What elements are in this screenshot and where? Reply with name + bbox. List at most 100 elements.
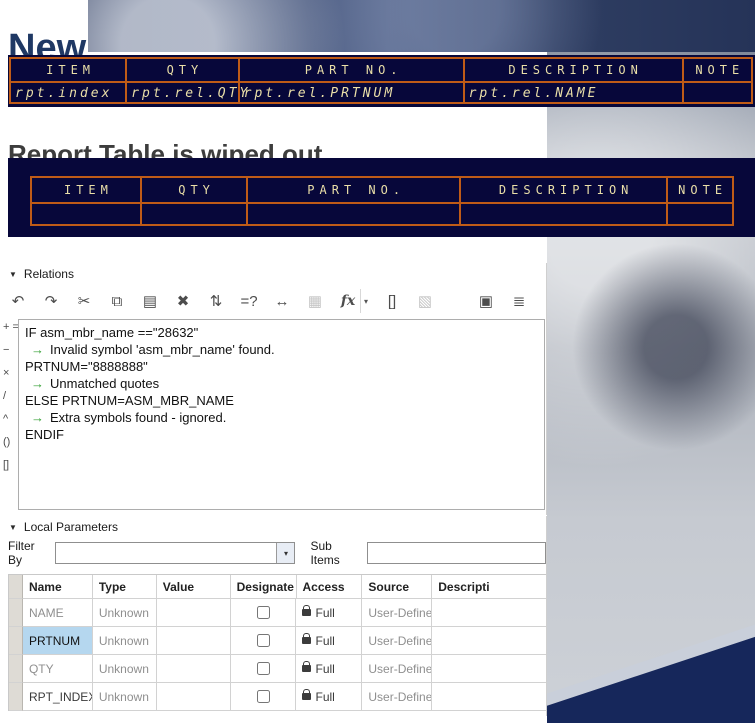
- report-column-header: DESCRIPTION: [465, 59, 684, 82]
- param-source-cell[interactable]: User-Define: [362, 599, 433, 627]
- relations-panel-header[interactable]: ▼ Relations: [0, 263, 546, 285]
- access-value: Full: [315, 689, 335, 704]
- param-description-cell[interactable]: [432, 599, 546, 627]
- param-name-cell[interactable]: NAME: [22, 599, 93, 627]
- delete-icon[interactable]: ✖: [171, 289, 195, 313]
- report-table-wiped-panel: ITEM QTY PART NO. DESCRIPTION NOTE: [8, 158, 755, 237]
- operator-button[interactable]: ×: [0, 367, 20, 390]
- param-name-cell[interactable]: QTY: [22, 655, 93, 683]
- chevron-down-icon[interactable]: ▾: [276, 543, 295, 563]
- list-icon[interactable]: ≣: [507, 289, 531, 313]
- report-column-header: ITEM: [32, 178, 142, 202]
- lock-icon: [302, 661, 312, 672]
- report-cell: [684, 83, 751, 102]
- lock-icon: [302, 633, 312, 644]
- param-source-cell[interactable]: User-Define: [362, 655, 433, 683]
- param-type-cell[interactable]: Unknown: [92, 655, 157, 683]
- operator-button[interactable]: (): [0, 436, 20, 459]
- column-header-type: Type: [92, 575, 157, 599]
- background-photo-top: [88, 0, 755, 52]
- code-text: PRTNUM="8888888": [25, 359, 148, 374]
- operator-button[interactable]: []: [0, 459, 20, 482]
- column-header-value: Value: [156, 575, 231, 599]
- param-description-cell[interactable]: [432, 655, 546, 683]
- print-icon[interactable]: ▣: [474, 289, 498, 313]
- designate-checkbox[interactable]: [256, 690, 270, 703]
- operator-button[interactable]: + =: [0, 321, 20, 344]
- code-text: Extra symbols found - ignored.: [50, 410, 227, 425]
- report-cell: [142, 204, 249, 224]
- param-value-cell[interactable]: [156, 683, 231, 711]
- param-access-cell[interactable]: Full: [296, 655, 363, 683]
- row-header-cell: [9, 627, 23, 655]
- collapse-triangle-icon[interactable]: ▼: [9, 270, 17, 279]
- param-name-cell[interactable]: RPT_INDEX: [22, 683, 93, 711]
- report-data-row: [32, 204, 732, 224]
- param-description-cell[interactable]: [432, 683, 546, 711]
- operator-button[interactable]: −: [0, 344, 20, 367]
- access-value: Full: [315, 633, 335, 648]
- param-value-cell[interactable]: [156, 599, 231, 627]
- insert-image-icon: ▦: [307, 293, 323, 310]
- param-designate-cell: [230, 627, 297, 655]
- collapse-triangle-icon[interactable]: ▼: [9, 523, 17, 532]
- param-access-cell[interactable]: Full: [296, 683, 363, 711]
- sort-icon[interactable]: ⇅: [204, 289, 228, 313]
- report-data-row: rpt.index rpt.rel.QTY rpt.rel.PRTNUM rpt.re…: [11, 83, 751, 102]
- paste-icon[interactable]: ▤: [138, 289, 162, 313]
- filter-by-dropdown[interactable]: ▾: [55, 542, 296, 564]
- filter-by-label: Filter By: [8, 539, 35, 567]
- extent-icon[interactable]: ↔: [270, 289, 294, 313]
- param-description-cell[interactable]: [432, 627, 546, 655]
- local-parameters-header[interactable]: ▼ Local Parameters: [0, 516, 546, 538]
- report-cell: [32, 204, 142, 224]
- filter-row: Filter By ▾ Sub Items: [0, 538, 546, 568]
- relations-editor[interactable]: IF asm_mbr_name =="28632" → Invalid symbol…: [18, 319, 545, 510]
- param-name-cell[interactable]: PRTNUM: [22, 627, 93, 655]
- report-header-row: ITEM QTY PART NO. DESCRIPTION NOTE: [32, 178, 732, 204]
- code-text: IF asm_mbr_name =="28632": [25, 325, 199, 340]
- param-type-cell[interactable]: Unknown: [92, 683, 157, 711]
- cut-icon[interactable]: ✂: [72, 289, 96, 313]
- undo-icon[interactable]: ↶: [6, 289, 30, 313]
- param-value-cell[interactable]: [156, 627, 231, 655]
- param-source-cell[interactable]: User-Define: [362, 627, 433, 655]
- chevron-down-icon[interactable]: ▾: [360, 289, 371, 313]
- operator-button[interactable]: /: [0, 390, 20, 413]
- column-header-name: Name: [22, 575, 93, 599]
- status-arrow-icon: →: [31, 342, 44, 357]
- report-column-header: DESCRIPTION: [461, 178, 669, 202]
- param-type-cell[interactable]: Unknown: [92, 627, 157, 655]
- error-message-line: → Extra symbols found - ignored.: [23, 409, 542, 426]
- copy-icon[interactable]: ⧉: [105, 289, 129, 313]
- designate-checkbox[interactable]: [256, 662, 270, 675]
- designate-checkbox[interactable]: [256, 606, 270, 619]
- report-cell: rpt.rel.PRTNUM: [240, 83, 465, 102]
- verify-icon[interactable]: =?: [237, 289, 261, 313]
- brackets-icon[interactable]: []: [380, 289, 404, 313]
- designate-checkbox[interactable]: [256, 634, 270, 647]
- relations-panel: ▼ Relations ↶ ↷ ✂ ⧉ ▤ ✖ ⇅ =? ↔ ▦ fx ▾ [] ▧ ▣ ≣ + = − × / ^(…: [0, 263, 547, 515]
- report-cell: rpt.rel.QTY: [127, 83, 247, 102]
- code-text: ENDIF: [25, 427, 64, 442]
- param-access-cell[interactable]: Full: [296, 627, 363, 655]
- column-header-descripti: Descripti: [432, 575, 546, 599]
- redo-icon[interactable]: ↷: [39, 289, 63, 313]
- parameters-table: Name Type Value Designate Access Source Descri…: [8, 574, 546, 711]
- report-column-header: QTY: [142, 178, 249, 202]
- error-message-line: → Invalid symbol 'asm_mbr_name' found.: [23, 341, 542, 358]
- code-line: IF asm_mbr_name =="28632": [23, 324, 542, 341]
- param-source-cell[interactable]: User-Define: [362, 683, 433, 711]
- status-arrow-icon: →: [31, 376, 44, 391]
- sub-items-dropdown[interactable]: [366, 542, 546, 564]
- parameter-row[interactable]: NAME Unknown Full User-Define: [9, 599, 546, 627]
- param-access-cell[interactable]: Full: [296, 599, 363, 627]
- parameter-row[interactable]: RPT_INDEX Unknown Full User-Define: [9, 683, 546, 711]
- report-table-new-panel: ITEM QTY PART NO. DESCRIPTION NOTE rpt.index…: [8, 55, 755, 107]
- parameter-row[interactable]: PRTNUM Unknown Full User-Define: [9, 627, 546, 655]
- parameter-row[interactable]: QTY Unknown Full User-Define: [9, 655, 546, 683]
- param-value-cell[interactable]: [156, 655, 231, 683]
- param-type-cell[interactable]: Unknown: [92, 599, 157, 627]
- function-icon[interactable]: fx: [336, 289, 360, 313]
- operator-button[interactable]: ^: [0, 413, 20, 436]
